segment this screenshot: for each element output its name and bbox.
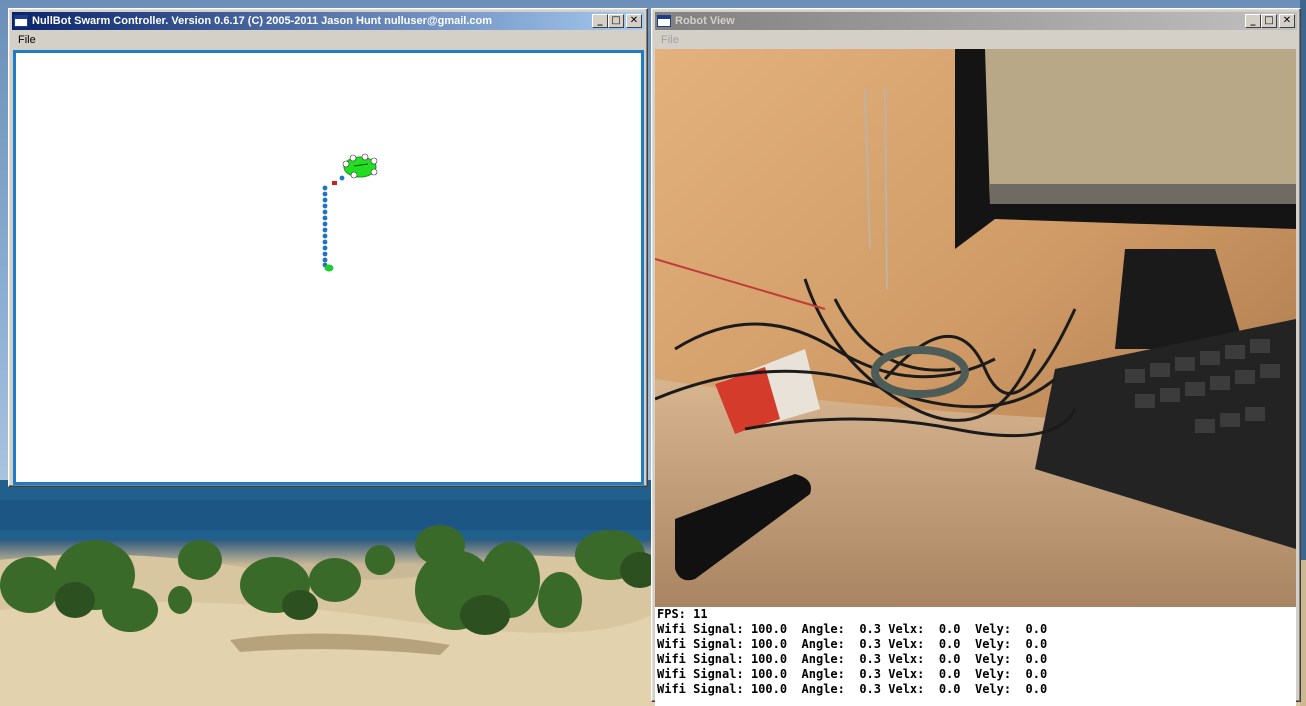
minimize-button[interactable]: _: [1245, 14, 1261, 28]
fps-value: 11: [693, 607, 708, 621]
camera-feed: [655, 49, 1296, 607]
target-marker: [332, 181, 337, 185]
robot-start-icon: [324, 264, 334, 272]
wifi-value: 100.0: [750, 622, 788, 636]
minimize-button[interactable]: _: [592, 14, 608, 28]
angle-label: Angle:: [801, 652, 845, 666]
robot-icon[interactable]: [342, 153, 378, 179]
app-window-icon: [657, 15, 671, 27]
vely-value: 0.0: [1025, 667, 1048, 681]
swarm-map: [322, 153, 378, 272]
angle-value: 0.3: [859, 622, 882, 636]
angle-value: 0.3: [859, 652, 882, 666]
wifi-value: 100.0: [750, 667, 788, 681]
telemetry-row: Wifi Signal: 100.0 Angle: 0.3 Velx: 0.0 …: [657, 622, 1047, 637]
telemetry-panel: FPS: 11 Wifi Signal: 100.0 Angle: 0.3 Ve…: [655, 607, 1296, 706]
telemetry-row: Wifi Signal: 100.0 Angle: 0.3 Velx: 0.0 …: [657, 682, 1047, 697]
robot-trail: [322, 175, 345, 268]
velx-label: Velx:: [888, 667, 925, 681]
vely-label: Vely:: [974, 652, 1012, 666]
vely-value: 0.0: [1025, 652, 1048, 666]
telemetry-row: Wifi Signal: 100.0 Angle: 0.3 Velx: 0.0 …: [657, 637, 1047, 652]
controller-window: NullBot Swarm Controller. Version 0.6.17…: [8, 8, 648, 487]
wifi-value: 100.0: [750, 652, 788, 666]
wifi-label: Wifi Signal:: [657, 667, 744, 681]
wifi-value: 100.0: [750, 682, 788, 696]
velx-value: 0.0: [938, 637, 961, 651]
maximize-button[interactable]: □: [608, 14, 624, 28]
vely-value: 0.0: [1025, 622, 1048, 636]
angle-label: Angle:: [801, 637, 845, 651]
robot-view-titlebar[interactable]: Robot View _ □ ✕: [655, 12, 1297, 30]
maximize-button[interactable]: □: [1261, 14, 1277, 28]
velx-label: Velx:: [888, 652, 925, 666]
vely-label: Vely:: [974, 637, 1012, 651]
vely-label: Vely:: [974, 667, 1012, 681]
telemetry-row: Wifi Signal: 100.0 Angle: 0.3 Velx: 0.0 …: [657, 667, 1047, 682]
fps-line: FPS: 11: [657, 607, 708, 622]
velx-value: 0.0: [938, 622, 961, 636]
robot-view-menubar: File: [655, 31, 1297, 49]
angle-value: 0.3: [859, 637, 882, 651]
controller-titlebar[interactable]: NullBot Swarm Controller. Version 0.6.17…: [12, 12, 644, 30]
robot-view-title: Robot View: [675, 15, 735, 27]
vely-label: Vely:: [974, 682, 1012, 696]
menu-file[interactable]: File: [18, 34, 36, 46]
velx-value: 0.0: [938, 652, 961, 666]
wifi-label: Wifi Signal:: [657, 652, 744, 666]
wifi-label: Wifi Signal:: [657, 622, 744, 636]
fps-label: FPS:: [657, 607, 686, 621]
close-button[interactable]: ✕: [626, 14, 642, 28]
angle-label: Angle:: [801, 622, 845, 636]
velx-value: 0.0: [938, 667, 961, 681]
controller-title: NullBot Swarm Controller. Version 0.6.17…: [32, 15, 493, 27]
velx-label: Velx:: [888, 682, 925, 696]
velx-label: Velx:: [888, 622, 925, 636]
wifi-value: 100.0: [750, 637, 788, 651]
wifi-label: Wifi Signal:: [657, 682, 744, 696]
robot-view-window: Robot View _ □ ✕ File FPS: 11 Wifi Signa…: [651, 8, 1301, 706]
velx-value: 0.0: [938, 682, 961, 696]
close-button[interactable]: ✕: [1279, 14, 1295, 28]
angle-label: Angle:: [801, 682, 845, 696]
angle-value: 0.3: [859, 682, 882, 696]
vely-value: 0.0: [1025, 682, 1048, 696]
controller-menubar: File: [12, 31, 644, 49]
velx-label: Velx:: [888, 637, 925, 651]
swarm-canvas[interactable]: [13, 50, 644, 485]
menu-file[interactable]: File: [661, 34, 679, 46]
vely-label: Vely:: [974, 622, 1012, 636]
app-window-icon: [14, 15, 28, 27]
angle-value: 0.3: [859, 667, 882, 681]
vely-value: 0.0: [1025, 637, 1048, 651]
wifi-label: Wifi Signal:: [657, 637, 744, 651]
camera-image: [655, 49, 1296, 607]
angle-label: Angle:: [801, 667, 845, 681]
telemetry-row: Wifi Signal: 100.0 Angle: 0.3 Velx: 0.0 …: [657, 652, 1047, 667]
